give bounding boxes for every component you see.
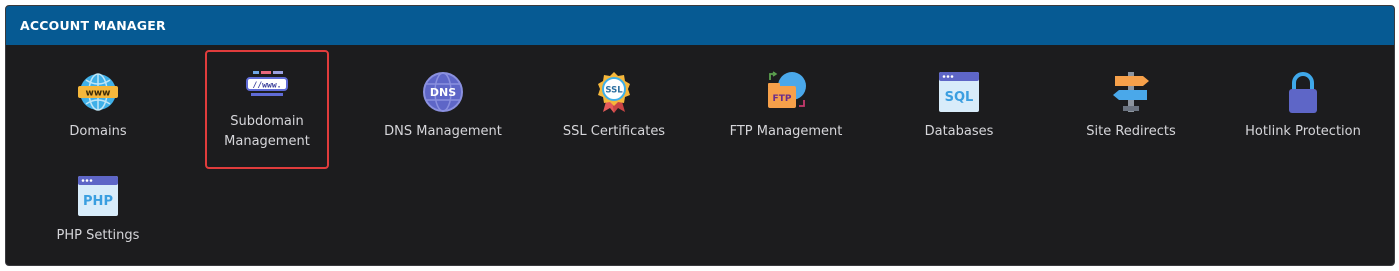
tile-label: FTP Management xyxy=(729,124,843,139)
svg-text:SSL: SSL xyxy=(605,86,623,96)
dns-globe-icon: DNS xyxy=(421,70,465,114)
tile-label: Site Redirects xyxy=(1086,124,1176,139)
tile-subdomain-management[interactable]: //www. Subdomain Management xyxy=(205,50,329,169)
svg-text:DNS: DNS xyxy=(430,86,456,99)
tile-label: Subdomain Management xyxy=(224,114,310,149)
tile-dns-management[interactable]: DNS DNS Management xyxy=(352,70,534,142)
tile-label: Domains xyxy=(69,124,127,139)
globe-www-icon: www xyxy=(76,70,120,114)
tools-grid: www Domains //www. Subdomain Management xyxy=(6,45,1394,265)
panel-title: ACCOUNT MANAGER xyxy=(6,6,1394,45)
tile-label: SSL Certificates xyxy=(562,124,666,139)
svg-text://www.: //www. xyxy=(253,81,282,90)
svg-text:www: www xyxy=(86,89,111,99)
ftp-folder-icon: FTP xyxy=(764,70,808,114)
tile-hotlink-protection[interactable]: Hotlink Protection xyxy=(1212,70,1394,142)
tile-domains[interactable]: www Domains xyxy=(7,70,189,142)
tile-label: DNS Management xyxy=(384,124,502,139)
tile-ssl-certificates[interactable]: SSL SSL Certificates xyxy=(523,70,705,142)
tile-label: Hotlink Protection xyxy=(1245,124,1361,139)
tile-label: PHP Settings xyxy=(56,228,140,243)
sql-window-icon: SQL xyxy=(937,70,981,114)
url-bar-icon: //www. xyxy=(245,62,289,106)
php-window-icon: PHP xyxy=(76,174,120,218)
signpost-icon xyxy=(1109,70,1153,114)
tile-label: Databases xyxy=(924,124,994,139)
svg-text:PHP: PHP xyxy=(83,194,113,209)
tile-php-settings[interactable]: PHP PHP Settings xyxy=(7,174,189,246)
padlock-icon xyxy=(1281,70,1325,114)
svg-text:SQL: SQL xyxy=(945,90,974,105)
svg-text:FTP: FTP xyxy=(773,94,792,104)
account-manager-panel: ACCOUNT MANAGER www Domains //www. Subdo… xyxy=(5,5,1395,266)
tile-ftp-management[interactable]: FTP FTP Management xyxy=(695,70,877,142)
tile-site-redirects[interactable]: Site Redirects xyxy=(1040,70,1222,142)
ssl-badge-icon: SSL xyxy=(592,70,636,114)
tile-databases[interactable]: SQL Databases xyxy=(868,70,1050,142)
